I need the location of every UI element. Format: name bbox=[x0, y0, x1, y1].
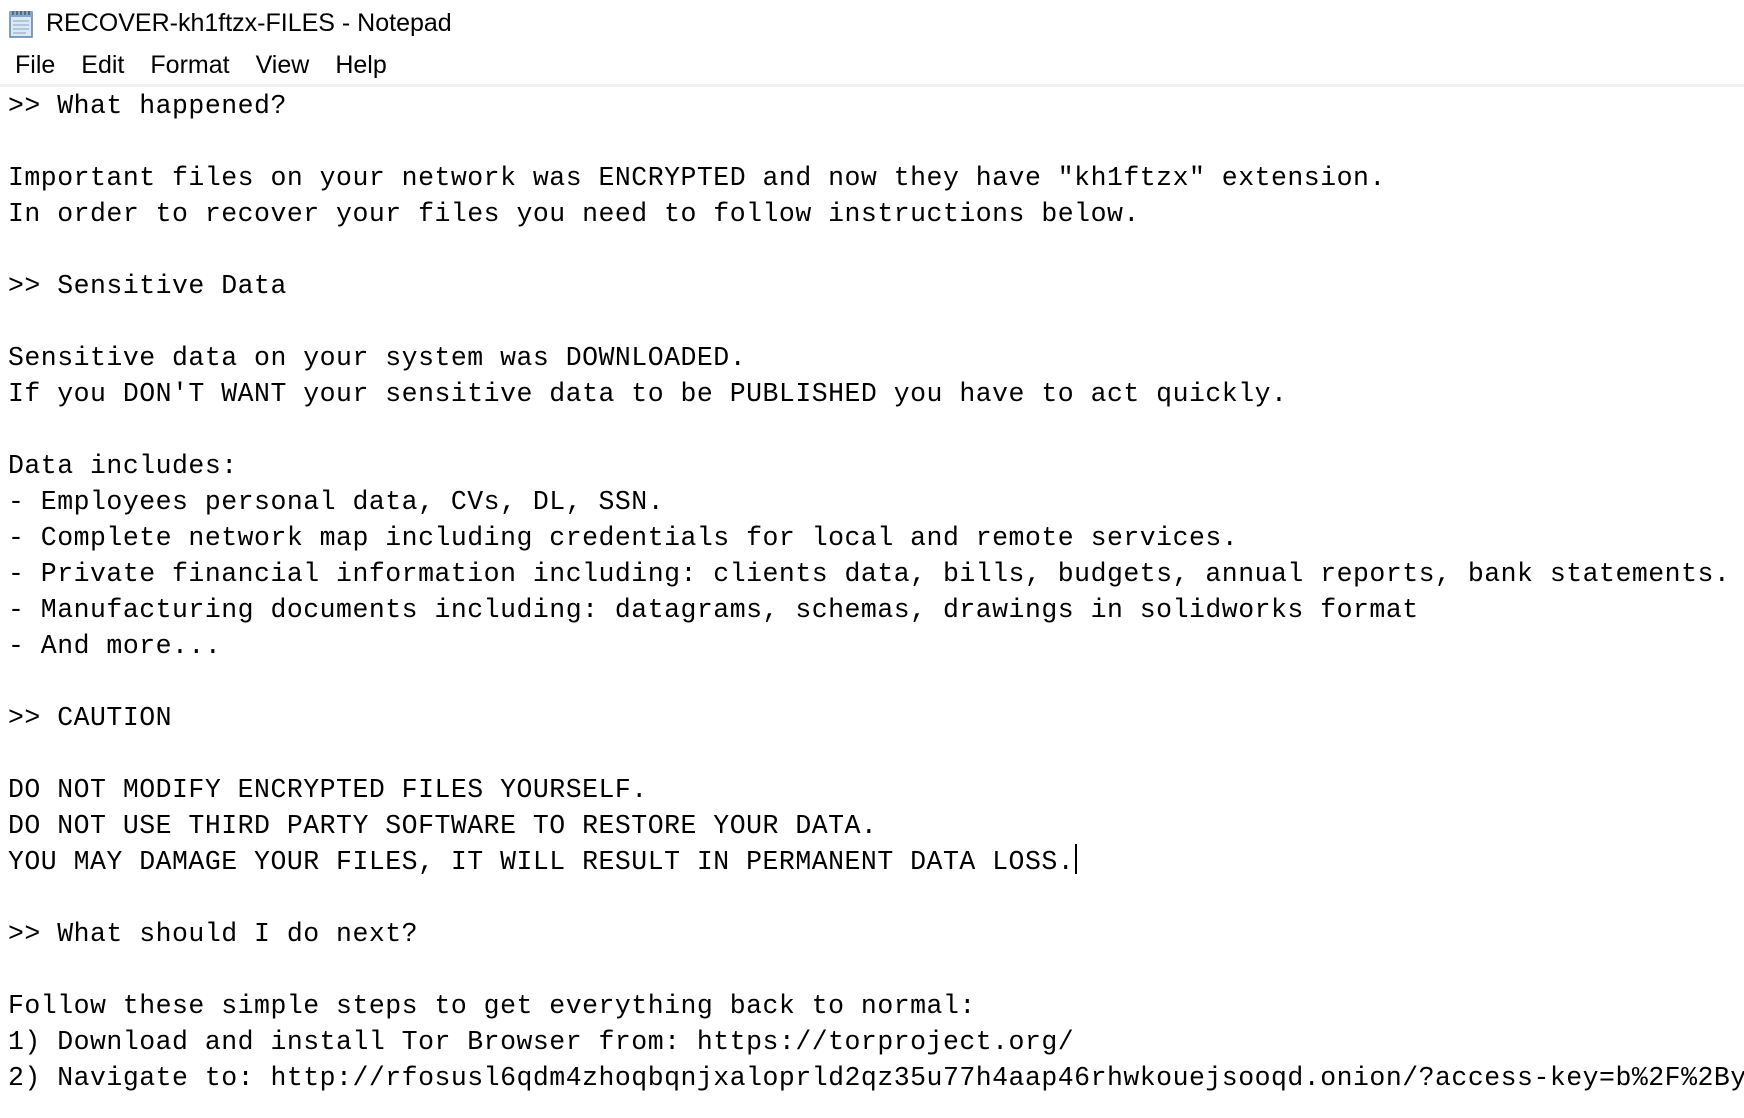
menu-bar: File Edit Format View Help bbox=[0, 46, 1744, 87]
menu-format[interactable]: Format bbox=[137, 47, 242, 83]
title-bar[interactable]: RECOVER-kh1ftzx-FILES - Notepad bbox=[0, 0, 1744, 46]
text-line: If you DON'T WANT your sensitive data to… bbox=[8, 379, 1288, 409]
text-line: - Private financial information includin… bbox=[8, 559, 1731, 589]
text-line: >> CAUTION bbox=[8, 703, 173, 733]
text-line bbox=[8, 412, 1744, 448]
text-line: DO NOT MODIFY ENCRYPTED FILES YOURSELF. bbox=[8, 775, 648, 805]
text-line: DO NOT USE THIRD PARTY SOFTWARE TO RESTO… bbox=[8, 811, 878, 841]
window-title: RECOVER-kh1ftzx-FILES - Notepad bbox=[46, 8, 452, 37]
text-editor[interactable]: >> What happened? Important files on you… bbox=[0, 84, 1744, 1118]
text-line: In order to recover your files you need … bbox=[8, 199, 1140, 229]
menu-edit[interactable]: Edit bbox=[68, 47, 137, 83]
text-line: >> Sensitive Data bbox=[8, 271, 287, 301]
text-line bbox=[8, 664, 1744, 700]
text-line: 2) Navigate to: http://rfosusl6qdm4zhoqb… bbox=[8, 1063, 1744, 1093]
text-line: - And more... bbox=[8, 631, 222, 661]
menu-file[interactable]: File bbox=[2, 47, 68, 83]
text-line bbox=[8, 736, 1744, 772]
text-line bbox=[8, 952, 1744, 988]
text-line: >> What happened? bbox=[8, 91, 287, 121]
text-line bbox=[8, 124, 1744, 160]
menu-view[interactable]: View bbox=[243, 47, 323, 83]
text-line: - Employees personal data, CVs, DL, SSN. bbox=[8, 487, 665, 517]
text-line: 1) Download and install Tor Browser from… bbox=[8, 1027, 1075, 1057]
notepad-icon bbox=[4, 5, 38, 41]
text-line bbox=[8, 880, 1744, 916]
menu-help[interactable]: Help bbox=[322, 47, 399, 83]
notepad-window: RECOVER-kh1ftzx-FILES - Notepad File Edi… bbox=[0, 0, 1744, 1118]
text-line: - Complete network map including credent… bbox=[8, 523, 1239, 553]
text-line: Sensitive data on your system was DOWNLO… bbox=[8, 343, 747, 373]
text-line: YOU MAY DAMAGE YOUR FILES, IT WILL RESUL… bbox=[8, 844, 1744, 880]
text-line: Data includes: bbox=[8, 451, 238, 481]
text-caret bbox=[1075, 844, 1078, 874]
text-line bbox=[8, 304, 1744, 340]
text-line: - Manufacturing documents including: dat… bbox=[8, 595, 1419, 625]
text-line: Important files on your network was ENCR… bbox=[8, 163, 1386, 193]
text-line bbox=[8, 232, 1744, 268]
text-line: Follow these simple steps to get everyth… bbox=[8, 991, 976, 1021]
text-line: >> What should I do next? bbox=[8, 919, 419, 949]
